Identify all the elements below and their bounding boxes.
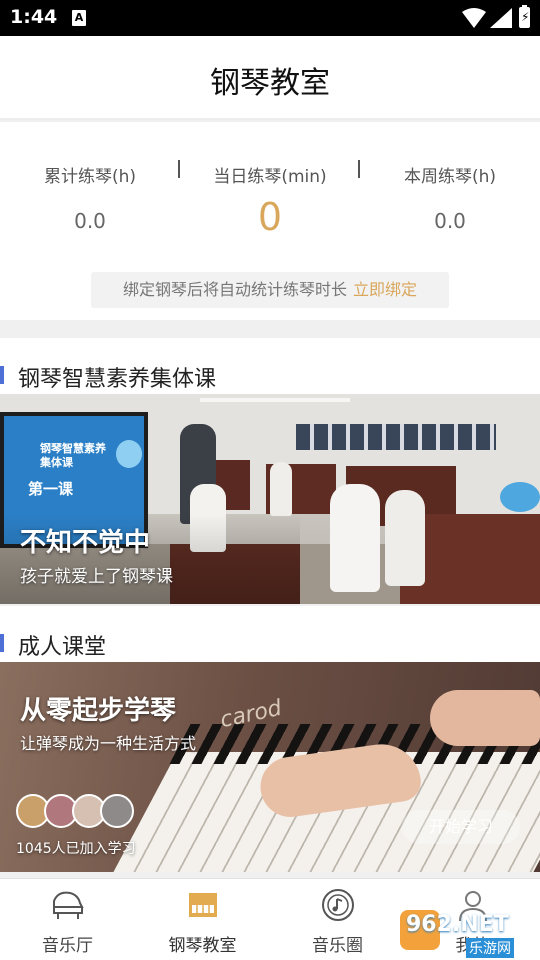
hand-shape: [430, 690, 540, 746]
upright-piano-icon: [188, 893, 217, 917]
bind-now-link[interactable]: 立即绑定: [353, 280, 417, 299]
avatar: [100, 794, 134, 828]
group-banner-subtitle: 孩子就爱上了钢琴课: [20, 567, 173, 587]
signal-icon: [490, 8, 512, 28]
status-bar: 1:44 A ⚡: [0, 0, 540, 36]
tab-concert-hall[interactable]: 音乐厅: [0, 879, 135, 960]
stat-total-value: 0.0: [74, 209, 106, 233]
music-disc-icon: [321, 889, 354, 921]
tab-label: 钢琴教室: [168, 936, 237, 956]
section-accent-bar: [0, 634, 4, 652]
page-title: 钢琴教室: [210, 66, 330, 101]
wifi-icon: [462, 8, 486, 28]
bind-piano-bar: 绑定钢琴后将自动统计练琴时长 立即绑定: [91, 272, 449, 308]
stat-total: 累计练琴(h) 0.0: [0, 162, 180, 233]
group-class-banner[interactable]: 钢琴智慧素养 集体课 第一课 不知不觉中 孩子就爱上了钢琴课: [0, 394, 540, 604]
practice-stats-card: 累计练琴(h) 0.0 当日练琴(min) 0 本周练琴(h) 0.0 绑定钢琴…: [0, 122, 540, 320]
screen-mascot: [116, 440, 142, 468]
wall-posters: [296, 424, 496, 450]
bind-hint-text: 绑定钢琴后将自动统计练琴时长: [122, 280, 347, 299]
watermark-sub: 乐游网: [466, 938, 514, 958]
section-title-group-class: 钢琴智慧素养集体课: [18, 367, 217, 392]
watermark-text: 962.NET: [406, 912, 509, 937]
stat-today-value: 0: [257, 195, 283, 239]
learner-avatars: [16, 794, 136, 830]
section-header-adult-class: 成人课堂: [0, 606, 540, 662]
adult-banner-subtitle: 让弹琴成为一种生活方式: [20, 734, 197, 753]
stat-week-value: 0.0: [434, 209, 466, 233]
adult-class-banner[interactable]: carod 从零起步学琴 让弹琴成为一种生活方式 1045人已加入学习 开始学习: [0, 662, 540, 872]
title-bar: 钢琴教室: [0, 36, 540, 120]
site-watermark: 962.NET 乐游网: [400, 910, 540, 958]
stat-week-label: 本周练琴(h): [403, 167, 497, 187]
stat-total-label: 累计练琴(h): [43, 167, 137, 187]
notification-icon: A: [72, 10, 86, 26]
stat-week: 本周练琴(h) 0.0: [360, 162, 540, 233]
mascot-figure: [500, 482, 540, 512]
ceiling-light: [200, 398, 350, 402]
status-time: 1:44: [10, 6, 58, 28]
child-figure: [330, 484, 380, 592]
tab-piano-classroom[interactable]: 钢琴教室: [135, 879, 270, 960]
tab-music-circle[interactable]: 音乐圈: [270, 879, 405, 960]
group-banner-title: 不知不觉中: [20, 528, 151, 558]
child-figure: [385, 490, 425, 586]
tab-label: 音乐厅: [42, 936, 93, 956]
section-title-adult-class: 成人课堂: [18, 635, 107, 660]
stat-today-label: 当日练琴(min): [213, 167, 327, 187]
child-figure: [270, 462, 292, 516]
tab-label: 音乐圈: [312, 936, 363, 956]
section-accent-bar: [0, 366, 4, 384]
joined-count-text: 1045人已加入学习: [16, 841, 136, 857]
stat-today: 当日练琴(min) 0: [180, 162, 360, 239]
adult-banner-title: 从零起步学琴: [20, 696, 177, 726]
screen-lesson: 第一课: [28, 480, 74, 498]
battery-icon: ⚡: [519, 5, 530, 28]
grand-piano-icon: [52, 891, 84, 919]
start-learning-button[interactable]: 开始学习: [402, 810, 520, 844]
section-header-group-class: 钢琴智慧素养集体课: [0, 338, 540, 394]
